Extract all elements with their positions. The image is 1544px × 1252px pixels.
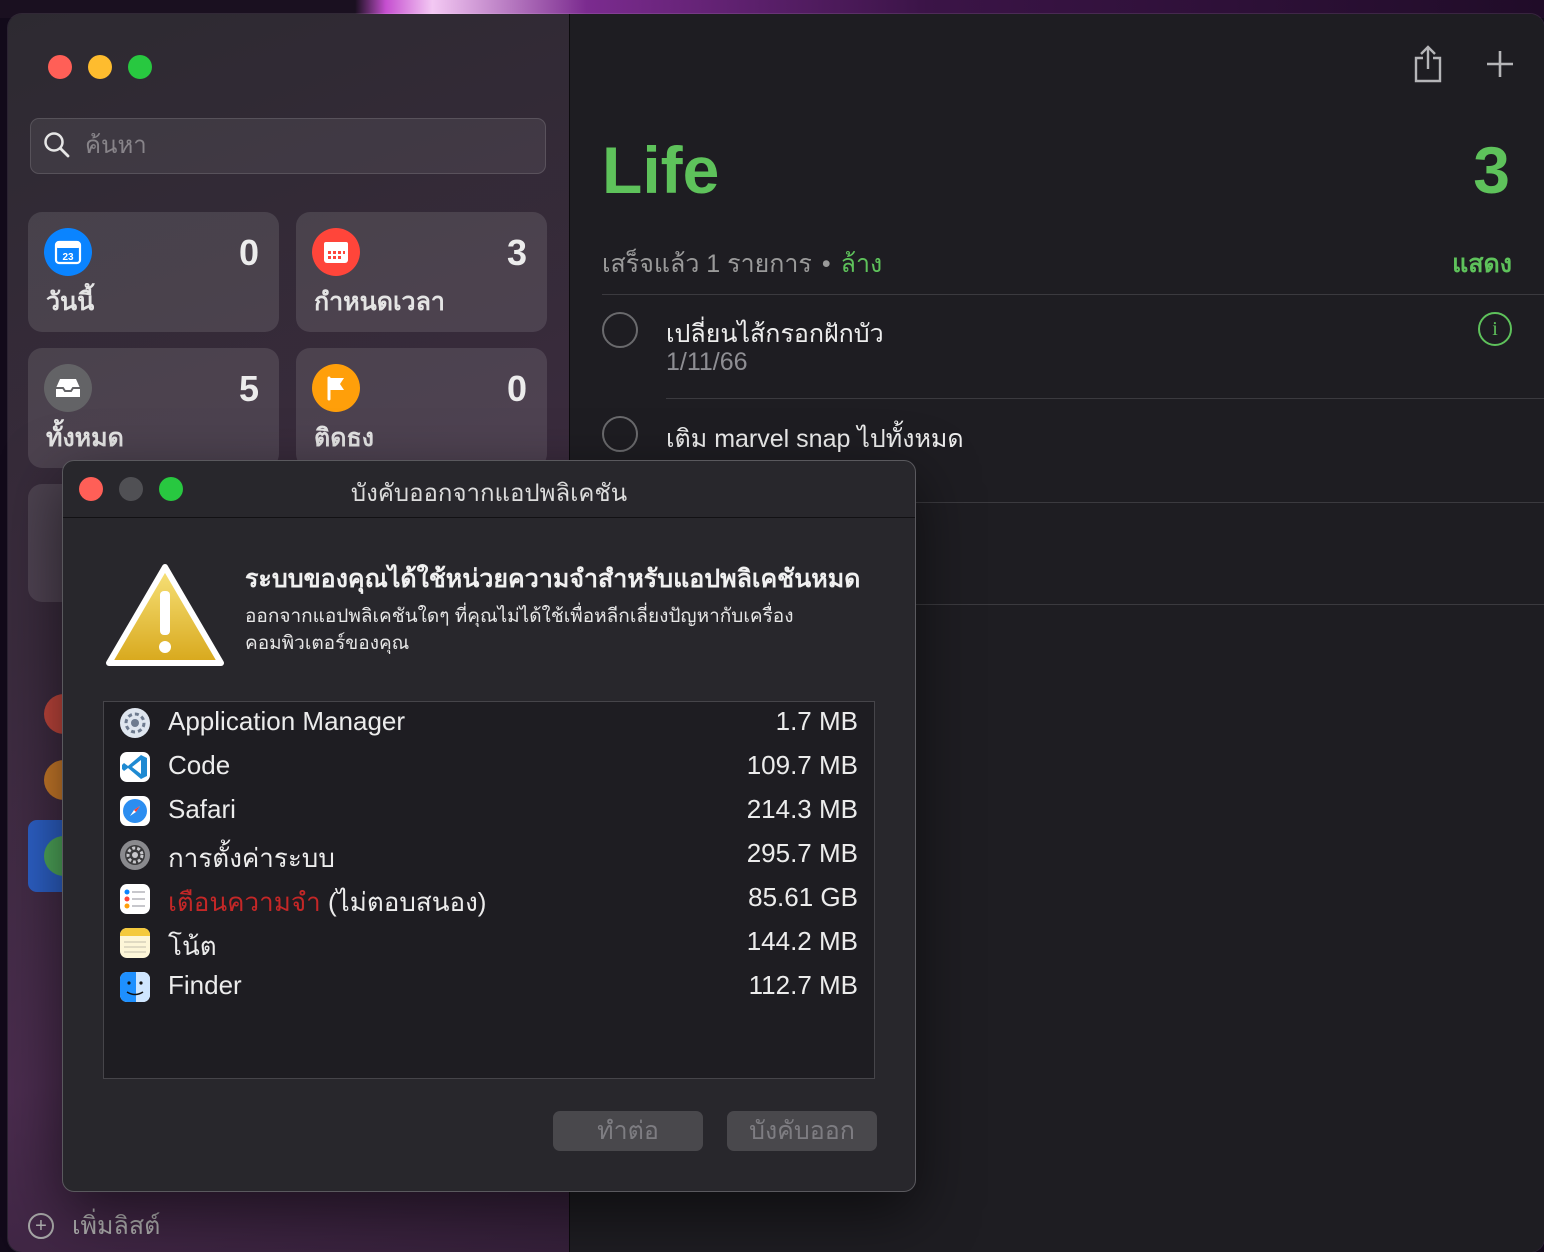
smart-list-all[interactable]: 5 ทั้งหมด [28, 348, 279, 468]
smart-list-today[interactable]: 23 0 วันนี้ [28, 212, 279, 332]
dialog-message: ออกจากแอปพลิเคชันใดๆ ที่คุณไม่ได้ใช้เพื่… [245, 606, 794, 654]
divider [666, 398, 1544, 399]
app-row[interactable]: การตั้งค่าระบบ 295.7 MB [104, 834, 874, 878]
tray-icon [44, 364, 92, 412]
separator-dot: • [821, 250, 831, 278]
search-field[interactable] [30, 118, 546, 174]
info-icon[interactable]: i [1478, 312, 1512, 346]
task-title[interactable]: เติม marvel snap ไปทั้งหมด [666, 419, 964, 459]
app-name: โน้ต [168, 931, 217, 961]
tile-count: 0 [506, 368, 527, 409]
application-manager-icon [120, 708, 150, 738]
safari-icon [120, 796, 150, 826]
tile-label: กำหนดเวลา [314, 288, 445, 316]
tile-label: วันนี้ [46, 288, 95, 316]
plus-icon [1487, 51, 1513, 77]
app-row[interactable]: Code 109.7 MB [104, 746, 874, 790]
share-icon [1414, 45, 1442, 83]
zoom-window-button[interactable] [128, 55, 152, 79]
task-checkbox[interactable] [602, 312, 638, 348]
reminders-icon [120, 884, 150, 914]
tile-count: 3 [506, 232, 527, 273]
app-list: Application Manager 1.7 MB Code 109.7 MB… [103, 701, 875, 1079]
tile-count: 0 [238, 232, 259, 273]
app-name: Application Manager [168, 706, 406, 736]
task-due-date: 1/11/66 [666, 348, 748, 376]
list-count: 3 [1473, 133, 1510, 207]
tile-count: 5 [238, 368, 259, 409]
list-title: Life [602, 133, 720, 207]
dialog-heading: ระบบของคุณได้ใช้หน่วยความจำสำหรับแอปพลิเ… [245, 565, 861, 593]
dialog-title: บังคับออกจากแอปพลิเคชัน [350, 480, 628, 507]
add-list-button[interactable]: + เพิ่มลิสต์ [28, 1206, 160, 1246]
app-memory: 112.7 MB [748, 970, 858, 1000]
calendar-scheduled-icon [312, 228, 360, 276]
calendar-today-icon: 23 [44, 228, 92, 276]
warning-icon [106, 564, 224, 666]
app-memory: 295.7 MB [746, 838, 858, 868]
app-row[interactable]: Application Manager 1.7 MB [104, 702, 874, 746]
app-memory: 85.61 GB [748, 882, 858, 912]
system-settings-icon [120, 840, 150, 870]
smart-list-flagged[interactable]: 0 ติดธง [296, 348, 547, 468]
continue-button[interactable]: ทำต่อ [553, 1111, 703, 1151]
app-name: Safari [168, 794, 236, 824]
app-row[interactable]: Safari 214.3 MB [104, 790, 874, 834]
app-name: การตั้งค่าระบบ [168, 843, 335, 873]
force-quit-button[interactable]: บังคับออก [727, 1111, 877, 1151]
search-input[interactable] [83, 127, 527, 165]
app-row[interactable]: โน้ต 144.2 MB [104, 922, 874, 966]
tile-label: ติดธง [314, 424, 374, 452]
clear-completed-button[interactable]: ล้าง [841, 250, 883, 278]
force-quit-dialog: บังคับออกจากแอปพลิเคชัน ระบบของคุณได้ใช้… [62, 460, 916, 1192]
dialog-titlebar: บังคับออกจากแอปพลิเคชัน [63, 461, 915, 518]
plus-circle-icon: + [28, 1213, 54, 1239]
smart-list-scheduled[interactable]: 3 กำหนดเวลา [296, 212, 547, 332]
search-icon [44, 132, 70, 158]
not-responding-status: (ไม่ตอบสนอง) [327, 887, 487, 917]
notes-icon [120, 928, 150, 958]
app-name: Finder [168, 970, 242, 1000]
vscode-icon [120, 752, 150, 782]
app-name-not-responding: เตือนความจำ [168, 887, 321, 917]
app-name: Code [168, 750, 231, 780]
app-memory: 1.7 MB [775, 706, 858, 736]
show-completed-button[interactable]: แสดง [1452, 244, 1512, 284]
app-memory: 144.2 MB [746, 926, 858, 956]
app-memory: 109.7 MB [746, 750, 858, 780]
completed-summary: เสร็จแล้ว 1 รายการ • ล้าง [602, 244, 882, 284]
app-row[interactable]: เตือนความจำ (ไม่ตอบสนอง) 85.61 GB [104, 878, 874, 922]
add-list-label: เพิ่มลิสต์ [72, 1212, 161, 1240]
minimize-window-button[interactable] [88, 55, 112, 79]
app-name: เตือนความจำ (ไม่ตอบสนอง) [168, 882, 486, 923]
tile-label: ทั้งหมด [46, 424, 124, 452]
divider [602, 294, 1544, 295]
finder-icon [120, 972, 150, 1002]
app-row[interactable]: Finder 112.7 MB [104, 966, 874, 1010]
app-memory: 214.3 MB [746, 794, 858, 824]
svg-text:23: 23 [62, 252, 74, 263]
share-button[interactable] [1408, 44, 1448, 84]
add-reminder-button[interactable] [1480, 44, 1520, 84]
task-checkbox[interactable] [602, 416, 638, 452]
flag-icon [312, 364, 360, 412]
completed-text: เสร็จแล้ว 1 รายการ [602, 250, 812, 278]
close-window-button[interactable] [48, 55, 72, 79]
